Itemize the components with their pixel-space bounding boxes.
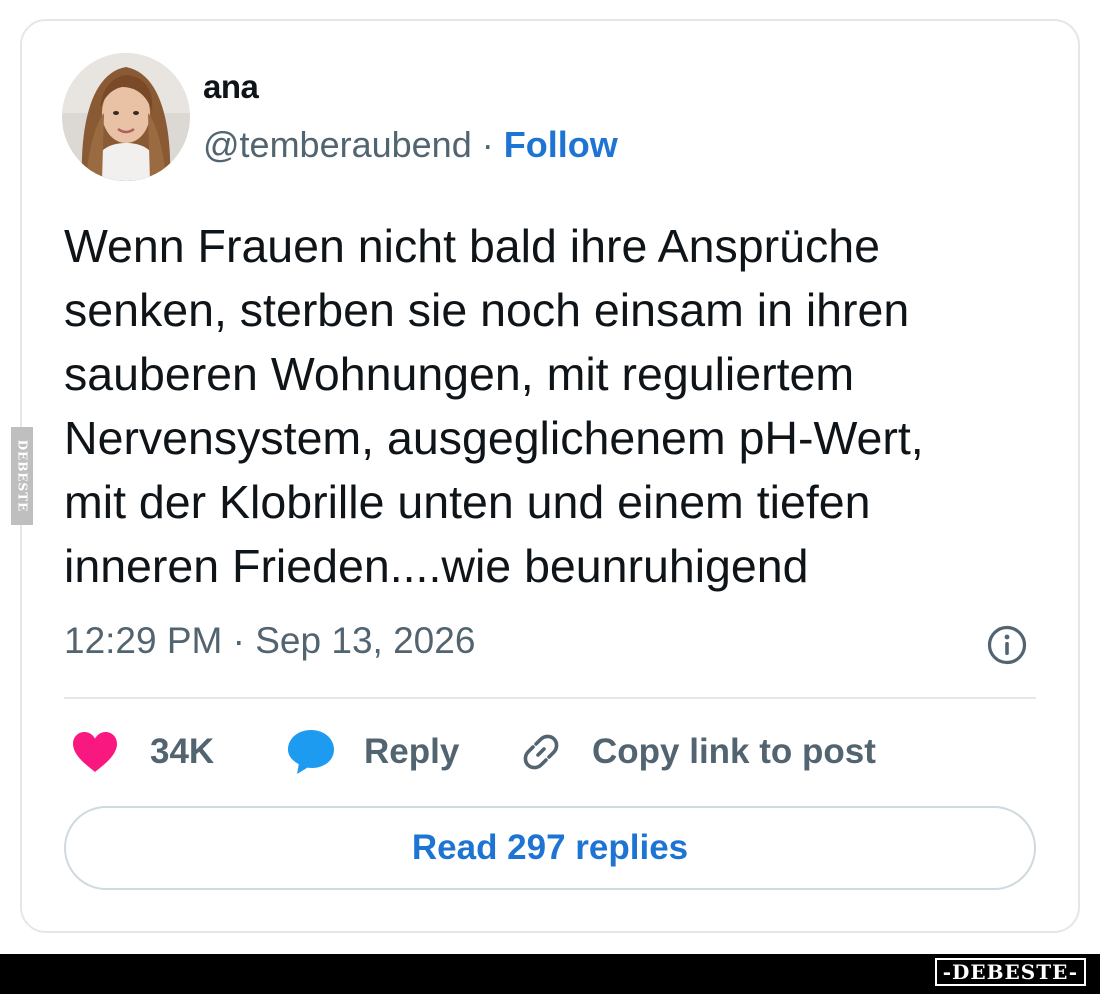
tweet-text: Wenn Frauen nicht bald ihre Ansprüche se…: [64, 214, 1054, 598]
tweet-text-line: mit der Klobrille unten und einem tiefen: [64, 476, 871, 528]
reply-button[interactable]: Reply: [286, 722, 459, 782]
copy-link-label: Copy link to post: [592, 732, 876, 771]
copy-link-button[interactable]: Copy link to post: [518, 722, 876, 782]
tweet-text-line: inneren Frieden....wie beunruhigend: [64, 540, 809, 592]
like-button[interactable]: 34K: [70, 722, 214, 782]
tweet-text-line: Wenn Frauen nicht bald ihre Ansprüche: [64, 220, 880, 272]
footer-logo-text: -DEBESTE-: [942, 960, 1078, 984]
tweet-text-line: senken, sterben sie noch einsam in ihren: [64, 284, 910, 336]
user-handle[interactable]: @temberaubend: [203, 124, 472, 165]
read-replies-label: Read 297 replies: [411, 828, 689, 867]
footer-bar: -DEBESTE-: [0, 954, 1100, 994]
user-avatar-photo: [62, 53, 190, 181]
speech-bubble-icon: [288, 730, 334, 774]
tweet-timestamp[interactable]: 12:29 PM · Sep 13, 2026: [64, 620, 475, 662]
divider: [64, 697, 1036, 699]
link-icon: [523, 734, 559, 770]
handle-separator: ·: [471, 124, 504, 165]
footer-logo: -DEBESTE-: [934, 958, 1086, 986]
display-name[interactable]: ana: [203, 68, 259, 106]
read-replies-button[interactable]: Read 297 replies: [64, 806, 1036, 890]
reply-label: Reply: [364, 732, 460, 771]
info-circle-icon[interactable]: [986, 624, 1028, 666]
handle-row: @temberaubend · Follow: [203, 124, 618, 166]
avatar[interactable]: [62, 53, 190, 181]
tweet-actions: 34K Reply Copy link to post: [64, 722, 1036, 782]
like-count: 34K: [150, 732, 215, 771]
tweet-text-line: sauberen Wohnungen, mit reguliertem: [64, 348, 855, 400]
page: ana @temberaubend · Follow Wenn Frauen n…: [0, 0, 1100, 994]
side-watermark: DEBESTE: [11, 427, 33, 525]
tweet-text-line: Nervensystem, ausgeglichenem pH-Wert,: [64, 412, 924, 464]
follow-button[interactable]: Follow: [504, 124, 618, 165]
side-watermark-text: DEBESTE: [15, 439, 29, 513]
heart-icon: [73, 732, 117, 772]
